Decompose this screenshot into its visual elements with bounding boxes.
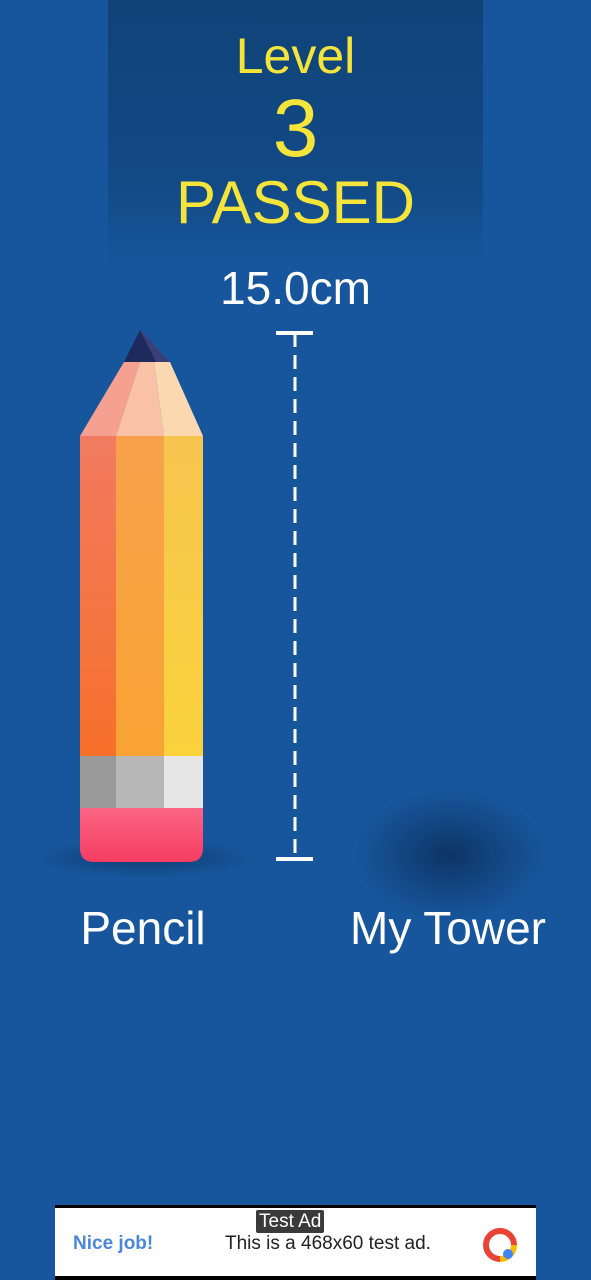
height-measurement: 15.0cm xyxy=(220,262,371,314)
ad-network-logo-icon[interactable] xyxy=(483,1228,517,1262)
game-screen: Level 3 PASSED 15.0cm Pencil My Tower Ni… xyxy=(0,0,591,1280)
player-tower-name: My Tower xyxy=(350,902,546,954)
height-ruler xyxy=(275,328,315,864)
ad-text[interactable]: This is a 468x60 test ad. xyxy=(225,1232,431,1256)
ad-cta[interactable]: Nice job! xyxy=(73,1232,153,1256)
ad-label-tag: Test Ad xyxy=(256,1210,325,1233)
reference-object-name: Pencil xyxy=(80,902,206,954)
level-number: 3 xyxy=(272,83,319,174)
level-label: Level xyxy=(235,28,356,84)
pencil-icon xyxy=(76,326,208,866)
tower-placeholder xyxy=(355,790,545,920)
level-status: PASSED xyxy=(176,169,415,236)
